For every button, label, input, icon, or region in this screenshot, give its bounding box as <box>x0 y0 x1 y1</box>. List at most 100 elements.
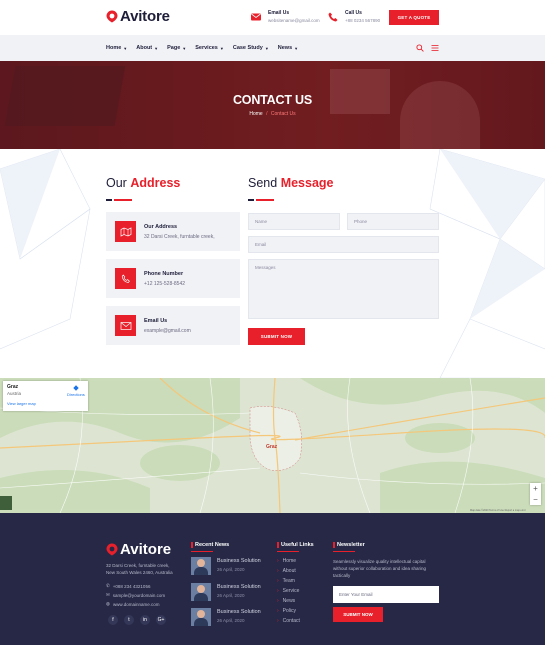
map-icon <box>115 221 136 242</box>
email-input[interactable]: Email <box>248 236 439 253</box>
map-zoom-control[interactable]: + − <box>530 483 541 505</box>
nav-item-about[interactable]: About ▼ <box>136 45 158 51</box>
footer-phone: ✆ +088 234 4321056 <box>106 583 150 589</box>
news-item[interactable]: Business Solution 26 April, 2020 <box>191 608 271 628</box>
footer-phone-text: +088 234 4321056 <box>112 583 151 589</box>
footer-link-policy[interactable]: › Policy <box>277 608 296 614</box>
breadcrumb: Home / Contact Us <box>0 111 545 117</box>
recent-news-heading: Recent News <box>191 542 229 548</box>
phone-icon <box>115 268 136 289</box>
news-item[interactable]: Business Solution 26 April, 2020 <box>191 557 271 577</box>
title-highlight: Message <box>280 176 334 190</box>
footer-address-line: New South Wales 2460, Australia <box>106 570 173 575</box>
breadcrumb-home[interactable]: Home <box>249 111 262 117</box>
email-card: Email Us example@gmail.com <box>106 306 240 345</box>
news-date: 26 April, 2020 <box>217 567 245 572</box>
name-input[interactable]: Name <box>248 213 340 230</box>
news-date: 26 April, 2020 <box>217 593 245 598</box>
footer-logo-text: Avitore <box>120 541 172 558</box>
twitter-icon[interactable]: t <box>124 615 134 625</box>
news-title: Business Solution <box>217 558 261 564</box>
footer-website: ◍ www.domainname.com <box>106 601 159 607</box>
nav-items: Home ▼ About ▼ Page ▼ Services ▼ Case Study ▼… <box>106 45 307 51</box>
map-attribution: Map data ©2020 Terms of Use Report a map… <box>470 509 526 512</box>
get-quote-button[interactable]: GET A QUOTE <box>389 10 439 25</box>
header-email[interactable]: Email Us websitename@gmail.com <box>248 9 320 24</box>
title-underline <box>248 199 274 201</box>
instagram-icon[interactable]: in <box>140 615 150 625</box>
directions-link[interactable]: Directions <box>67 385 85 397</box>
newsletter-email-input[interactable]: Enter Your Email <box>333 586 439 603</box>
footer-link-label: Service <box>282 588 300 594</box>
chevron-right-icon: › <box>277 588 279 594</box>
footer-email: ✉ sample@yourdomain.com <box>106 592 165 598</box>
footer-email-text: sample@yourdomain.com <box>112 592 166 598</box>
logo-text: Avitore <box>120 8 170 25</box>
zoom-out-button[interactable]: − <box>530 494 541 505</box>
directions-icon <box>73 385 79 391</box>
title-highlight: Address <box>130 176 181 190</box>
zoom-in-button[interactable]: + <box>530 483 541 494</box>
view-larger-map-link[interactable]: View larger map <box>7 401 36 406</box>
nav-item-case-study[interactable]: Case Study ▼ <box>233 45 269 51</box>
page-title: CONTACT US <box>232 93 312 107</box>
phone-input[interactable]: Phone <box>347 213 439 230</box>
footer-link-news[interactable]: › News <box>277 598 295 604</box>
card-title: Phone Number <box>144 271 184 277</box>
footer-logo[interactable]: Avitore <box>106 541 171 558</box>
hamburger-icon[interactable] <box>431 44 439 52</box>
newsletter-text: Seamlessly visualize quality intellectua… <box>333 559 427 578</box>
nav-item-label: Case Study <box>232 45 263 51</box>
nav-item-services[interactable]: Services ▼ <box>195 45 224 51</box>
chevron-right-icon: › <box>277 578 279 584</box>
chevron-down-icon: ▼ <box>294 45 299 51</box>
header-call[interactable]: Call Us +88 0234 567890 <box>325 9 380 24</box>
facebook-icon[interactable]: f <box>108 615 118 625</box>
phone-card: Phone Number +12 125-528-8542 <box>106 259 240 298</box>
heading-underline <box>333 551 355 552</box>
nav-item-home[interactable]: Home ▼ <box>106 45 127 51</box>
nav-item-label: Page <box>167 45 181 51</box>
news-item[interactable]: Business Solution 26 April, 2020 <box>191 583 271 603</box>
footer-link-label: News <box>282 598 296 604</box>
chevron-right-icon: › <box>277 618 279 624</box>
search-icon[interactable] <box>416 44 424 52</box>
site-footer <box>0 513 545 645</box>
footer-link-about[interactable]: › About <box>277 568 296 574</box>
newsletter-submit-button[interactable]: SUBMIT NOW <box>333 607 383 622</box>
footer-link-team[interactable]: › Team <box>277 578 295 584</box>
chevron-down-icon: ▼ <box>219 45 224 51</box>
logo[interactable]: Avitore <box>106 8 170 25</box>
google-plus-icon[interactable]: G+ <box>156 615 166 625</box>
submit-button[interactable]: SUBMIT NOW <box>248 328 305 345</box>
footer-link-home[interactable]: › Home <box>277 558 296 564</box>
nav-item-news[interactable]: News ▼ <box>278 45 298 51</box>
page-hero: CONTACT US Home / Contact Us <box>0 61 545 149</box>
footer-address-line: 32 Darsi Creek, furntable creek, <box>106 563 170 568</box>
map-place: Graz <box>7 384 19 390</box>
news-thumbnail <box>191 583 211 601</box>
nav-item-label: Home <box>106 45 122 51</box>
message-section-title: Send Message <box>248 176 334 190</box>
message-textarea[interactable]: Messages <box>248 259 439 319</box>
footer-website-text: www.domainname.com <box>112 601 160 607</box>
footer-link-label: Contact <box>282 618 300 624</box>
globe-icon: ◍ <box>106 601 110 606</box>
map-info-card: Graz Austria View larger map Directions <box>3 381 88 411</box>
nav-item-page[interactable]: Page ▼ <box>167 45 186 51</box>
logo-pin-icon <box>106 543 118 556</box>
useful-links-heading: Useful Links <box>277 542 314 548</box>
heading-underline <box>191 551 213 552</box>
map-region: Austria <box>7 391 22 396</box>
header-call-label: Call Us <box>345 9 362 16</box>
news-date: 26 April, 2020 <box>217 618 245 623</box>
footer-link-service[interactable]: › Service <box>277 588 299 594</box>
footer-link-contact[interactable]: › Contact <box>277 618 300 624</box>
footer-link-label: Policy <box>282 608 297 614</box>
chevron-right-icon: › <box>277 608 279 614</box>
chevron-down-icon: ▼ <box>154 45 159 51</box>
news-thumbnail <box>191 557 211 575</box>
phone-icon: ✆ <box>106 583 110 588</box>
news-thumbnail <box>191 608 211 626</box>
nav-item-label: Services <box>195 45 218 51</box>
